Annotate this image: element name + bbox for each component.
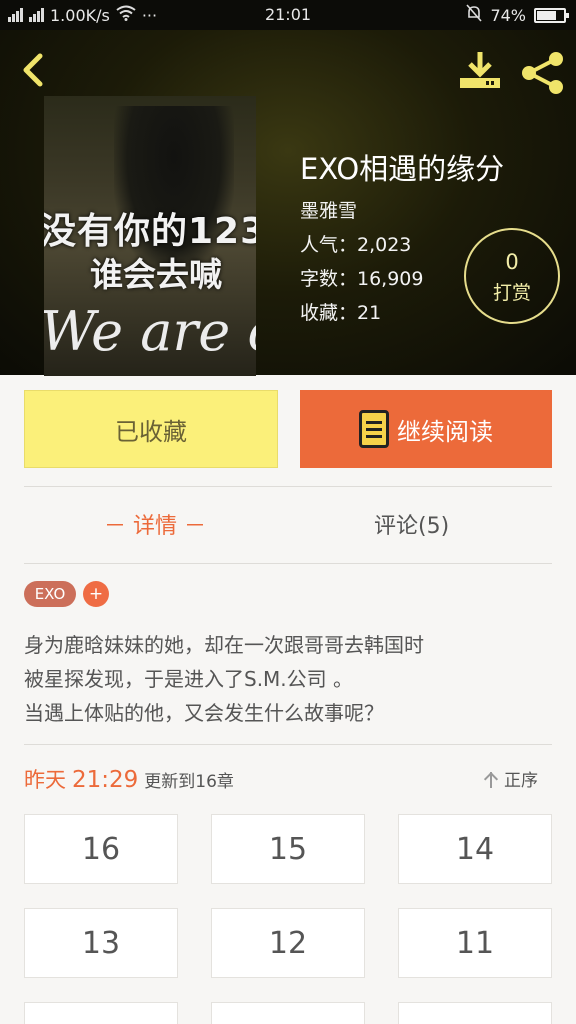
favorited-label: 已收藏 — [115, 417, 187, 446]
battery-icon — [534, 7, 569, 23]
download-button[interactable] — [458, 50, 502, 94]
tip-label: 打赏 — [492, 282, 531, 304]
arrow-up-icon — [484, 770, 498, 788]
favorited-button[interactable]: 已收藏 — [24, 390, 278, 468]
divider — [24, 744, 552, 745]
continue-reading-button[interactable]: 继续阅读 — [300, 390, 552, 468]
mute-icon — [466, 4, 483, 26]
download-icon — [460, 52, 500, 88]
cover-text-2: 谁会去喊 — [90, 255, 222, 294]
update-info: 昨天 21:29 更新到16章 — [24, 764, 234, 794]
chapter-button[interactable]: 11 — [398, 908, 552, 978]
chapter-button[interactable]: 14 — [398, 814, 552, 884]
tag-exo[interactable]: EXO — [24, 581, 76, 607]
chapter-button-partial[interactable] — [24, 1002, 178, 1024]
description-line: 身为鹿晗妹妹的她，却在一次跟哥哥去韩国时 — [24, 633, 424, 657]
book-cover[interactable]: 没有你的123 谁会去喊 We are o — [44, 96, 256, 376]
book-title: EXO相遇的缘分 — [300, 152, 505, 186]
share-button[interactable] — [520, 50, 566, 96]
chapter-button[interactable]: 15 — [211, 814, 365, 884]
tip-button[interactable]: 0 打赏 — [464, 228, 560, 324]
tab-detail[interactable]: － 详情 － — [104, 508, 206, 540]
update-day: 昨天 — [24, 768, 66, 792]
book-author[interactable]: 墨雅雪 — [300, 196, 357, 223]
cover-text-3: We are o — [44, 300, 256, 363]
sort-order-button[interactable]: 正序 — [484, 766, 538, 791]
chapter-button-partial[interactable] — [211, 1002, 365, 1024]
cover-text-1: 没有你的123 — [44, 211, 256, 252]
book-header: 没有你的123 谁会去喊 We are o EXO相遇的缘分 墨雅雪 人气：2,… — [0, 30, 576, 376]
divider — [24, 486, 552, 487]
description-line: 被星探发现，于是进入了S.M.公司 。 — [24, 667, 354, 691]
chevron-left-icon — [23, 53, 43, 87]
share-icon — [522, 52, 563, 94]
update-time: 21:29 — [72, 767, 139, 793]
divider — [24, 563, 552, 564]
tip-count: 0 — [505, 250, 519, 274]
book-description: 身为鹿晗妹妹的她，却在一次跟哥哥去韩国时 被星探发现，于是进入了S.M.公司 。… — [24, 628, 552, 730]
book-word-count: 字数：16,909 — [300, 268, 424, 290]
continue-reading-label: 继续阅读 — [397, 417, 493, 446]
chapter-button[interactable]: 12 — [211, 908, 365, 978]
update-text: 更新到16章 — [144, 772, 234, 792]
chapter-button[interactable]: 13 — [24, 908, 178, 978]
sort-order-label: 正序 — [504, 771, 538, 791]
add-tag-button[interactable]: + — [83, 581, 109, 607]
back-button[interactable] — [16, 50, 52, 90]
battery-percent: 74% — [490, 5, 526, 25]
status-bar: 1.00K/s ··· 21:01 74% — [0, 0, 576, 30]
book-popularity: 人气：2,023 — [300, 234, 412, 256]
tab-comments[interactable]: 评论(5) — [374, 508, 449, 540]
book-favorites: 收藏：21 — [300, 302, 382, 324]
description-line: 当遇上体贴的他，又会发生什么故事呢？ — [24, 701, 384, 725]
chapter-button-partial[interactable] — [398, 1002, 552, 1024]
chapter-button[interactable]: 16 — [24, 814, 178, 884]
book-icon — [359, 410, 389, 448]
